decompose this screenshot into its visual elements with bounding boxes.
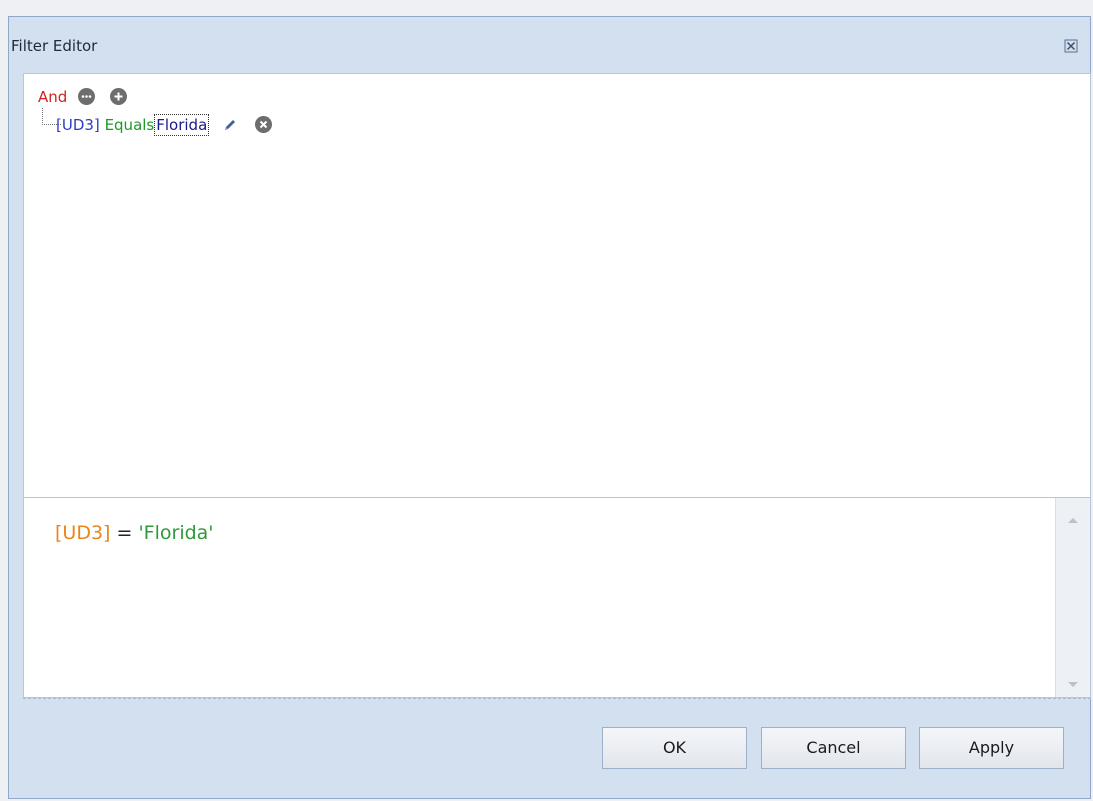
condition-row: [UD3] Equals Florida: [56, 114, 272, 136]
group-operator[interactable]: And: [38, 88, 67, 106]
condition-field[interactable]: [UD3]: [56, 116, 100, 134]
scroll-down-icon[interactable]: [1066, 675, 1080, 687]
expression-text[interactable]: [UD3] = 'Florida': [55, 522, 214, 544]
separator: [23, 698, 1091, 699]
close-icon[interactable]: [1064, 38, 1078, 53]
dialog-title: Filter Editor: [11, 37, 98, 55]
more-options-icon[interactable]: [78, 88, 96, 105]
filter-editor-dialog: Filter Editor And [UD3] Equals Florida […: [8, 16, 1091, 799]
ok-button[interactable]: OK: [602, 727, 747, 769]
group-row: And: [38, 88, 127, 106]
apply-button[interactable]: Apply: [919, 727, 1064, 769]
cancel-button[interactable]: Cancel: [761, 727, 906, 769]
condition-operator[interactable]: Equals: [105, 116, 155, 134]
scroll-up-icon[interactable]: [1066, 510, 1080, 523]
expression-value: 'Florida': [138, 522, 214, 544]
expression-equals: =: [110, 522, 139, 544]
remove-icon[interactable]: [254, 116, 272, 133]
expression-field: [UD3]: [55, 522, 111, 544]
expression-panel[interactable]: [UD3] = 'Florida': [23, 498, 1091, 698]
add-icon[interactable]: [109, 88, 127, 105]
vertical-scrollbar[interactable]: [1055, 498, 1090, 697]
pencil-icon[interactable]: [222, 117, 238, 133]
condition-value[interactable]: Florida: [154, 114, 210, 136]
filter-tree-panel: And [UD3] Equals Florida: [23, 73, 1091, 498]
title-bar: Filter Editor: [9, 17, 1090, 73]
